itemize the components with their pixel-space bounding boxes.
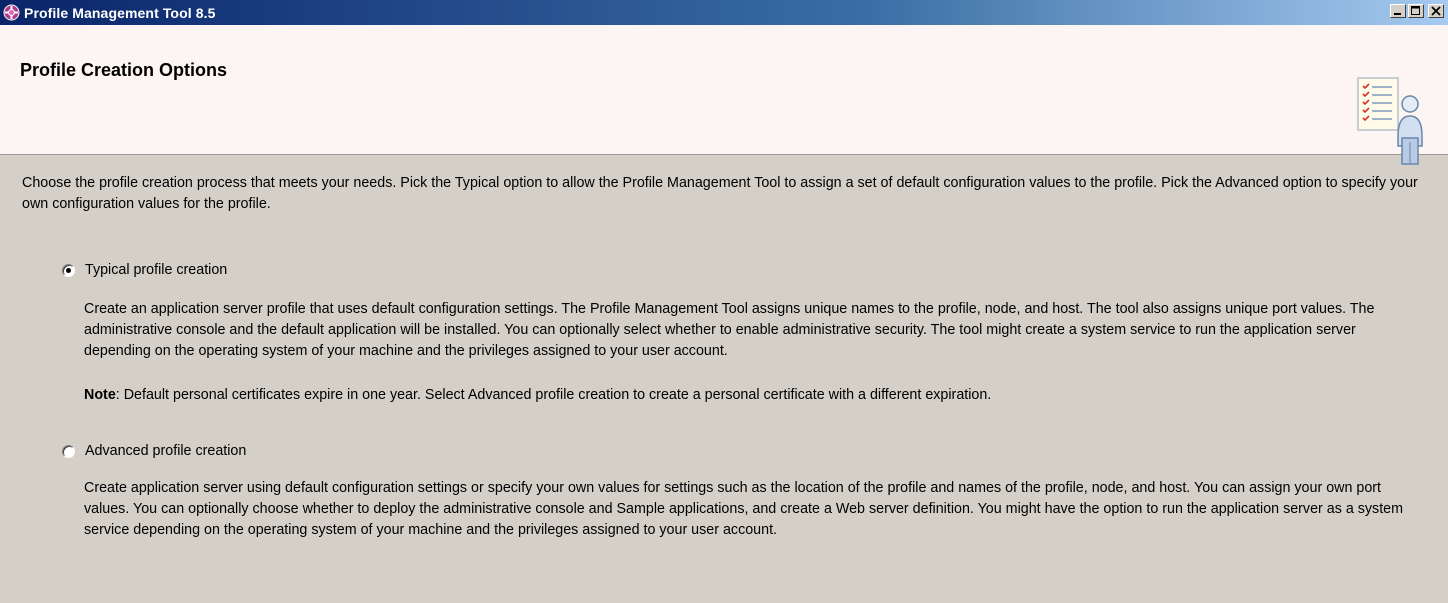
typical-profile-option[interactable]: Typical profile creation (62, 262, 227, 278)
typical-option-description: Create an application server profile tha… (84, 301, 1375, 359)
window-title: Profile Management Tool 8.5 (24, 4, 216, 21)
close-button[interactable] (1428, 4, 1444, 18)
typical-radio-button[interactable] (62, 263, 75, 277)
app-logo-icon (3, 4, 20, 21)
advanced-option-description: Create application server using default … (84, 480, 1404, 538)
minimize-icon (1394, 13, 1401, 15)
content-area: Choose the profile creation process that… (0, 156, 1448, 603)
maximize-button[interactable] (1408, 4, 1424, 18)
typical-option-note: Note: Default personal certificates expi… (84, 385, 1424, 406)
profile-management-window: Profile Management Tool 8.5 Profile Crea… (0, 0, 1448, 603)
intro-text: Choose the profile creation process that… (22, 175, 1418, 212)
advanced-radio-button[interactable] (62, 444, 75, 458)
note-text: : Default personal certificates expire i… (115, 387, 992, 403)
page-header: Profile Creation Options (0, 25, 1448, 165)
typical-option-label[interactable]: Typical profile creation (85, 262, 227, 278)
page-title: Profile Creation Options (20, 60, 228, 80)
maximize-icon (1411, 6, 1420, 15)
profile-checklist-person-icon (1354, 76, 1432, 168)
advanced-option-label[interactable]: Advanced profile creation (85, 443, 246, 459)
minimize-button[interactable] (1390, 4, 1406, 18)
title-bar[interactable]: Profile Management Tool 8.5 (0, 0, 1448, 25)
window-controls (1390, 4, 1444, 18)
note-label: Note (84, 387, 116, 403)
advanced-profile-option[interactable]: Advanced profile creation (62, 443, 246, 459)
close-icon (1431, 6, 1441, 16)
